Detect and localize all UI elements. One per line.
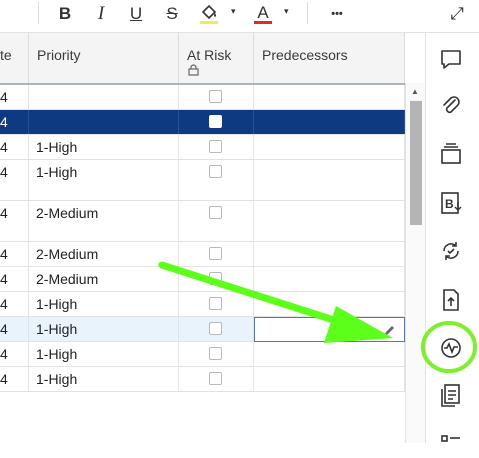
annotation-arrow-shaft (158, 261, 344, 326)
annotation-circle (421, 321, 477, 373)
annotation-overlay (158, 261, 477, 373)
annotation-arrow-head (324, 306, 393, 343)
